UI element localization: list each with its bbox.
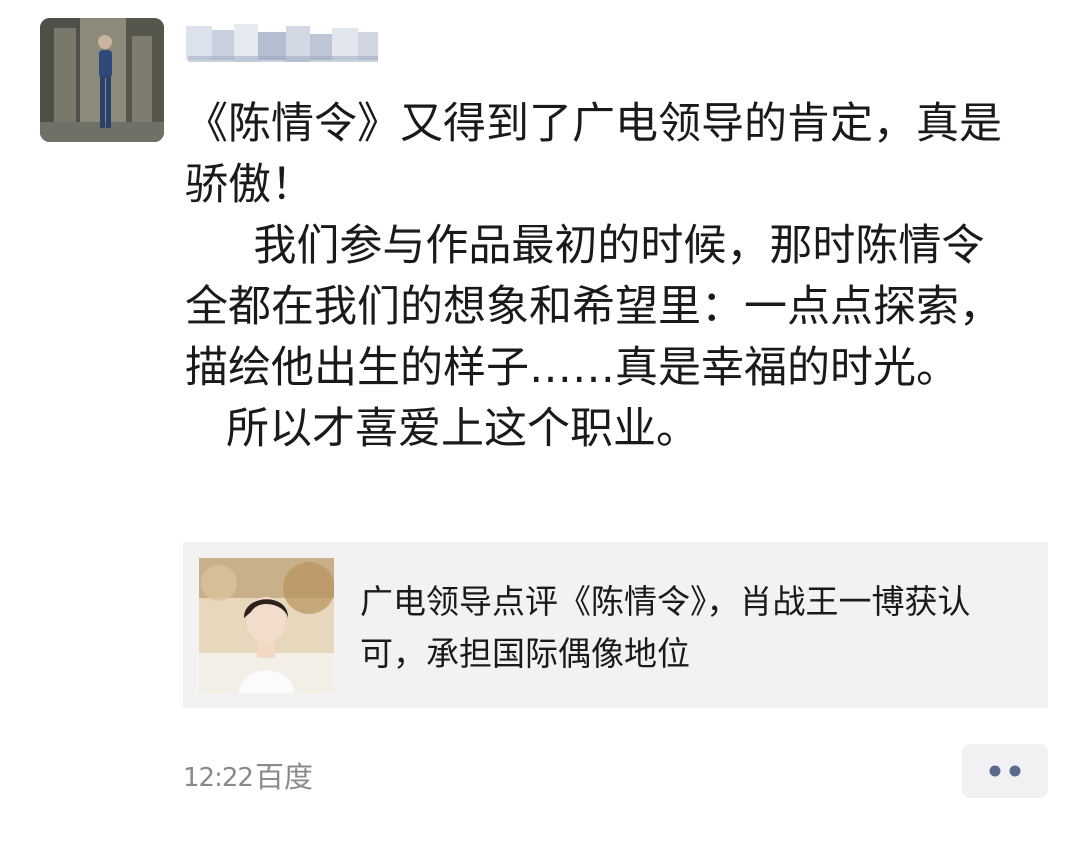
post-source-link[interactable]: 百度 [255, 758, 313, 796]
avatar[interactable] [40, 18, 164, 142]
thumbnail-image [199, 558, 334, 693]
avatar-image [40, 18, 164, 142]
blurred-name-image [186, 24, 378, 62]
post-text: 《陈情令》又得到了广电领导的肯定，真是骄傲！ 我们参与作品最初的时候，那时陈情令… [185, 99, 1002, 454]
link-card-title: 广电领导点评《陈情令》，肖战王一博获认可，承担国际偶像地位 [360, 582, 971, 673]
author-name-blurred[interactable] [182, 18, 394, 70]
link-thumbnail [199, 558, 334, 693]
post-time: 12:22 [183, 763, 254, 793]
more-dots-icon [989, 765, 1021, 777]
moment-post: 《陈情令》又得到了广电领导的肯定，真是骄傲！ 我们参与作品最初的时候，那时陈情令… [0, 0, 1079, 866]
more-actions-button[interactable] [962, 744, 1048, 798]
shared-link-card[interactable]: 广电领导点评《陈情令》，肖战王一博获认可，承担国际偶像地位 [183, 542, 1048, 708]
